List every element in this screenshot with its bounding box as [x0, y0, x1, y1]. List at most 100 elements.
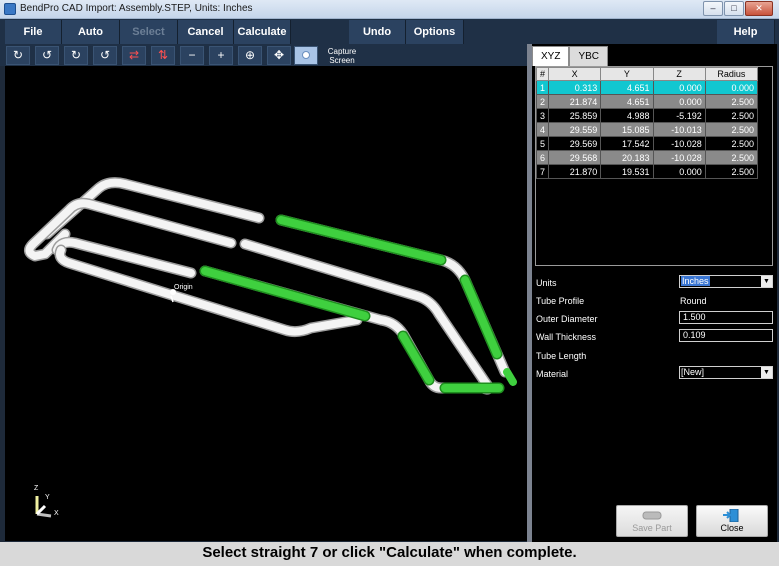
table-cell: 0.000	[652, 94, 706, 109]
tab-ybc[interactable]: YBC	[569, 46, 609, 66]
file-button[interactable]: File	[5, 20, 62, 44]
3d-viewport[interactable]: Origin Z Y X	[5, 66, 527, 541]
table-cell: 0.000	[652, 80, 706, 95]
table-cell: 25.859	[548, 108, 602, 123]
rotate-ccw-icon[interactable]: ↻	[6, 46, 30, 65]
column-header[interactable]: Radius	[704, 67, 759, 81]
table-cell: 3	[535, 108, 550, 123]
table-row[interactable]: 1 0.313 4.651 0.000 0.000	[535, 80, 759, 95]
minimize-button[interactable]: –	[703, 1, 723, 16]
flip-horizontal-icon[interactable]: ⇄	[122, 46, 146, 65]
tube-profile-label: Tube Profile	[536, 296, 585, 306]
outer-diameter-label: Outer Diameter	[536, 314, 598, 324]
zoom-fit-icon[interactable]: ⊕	[238, 46, 262, 65]
save-part-button[interactable]: Save Part	[616, 505, 688, 537]
options-button[interactable]: Options	[406, 20, 464, 44]
right-panel: XYZ YBC # X Y Z Radius 1 0.313 4.651 0.0…	[532, 44, 777, 542]
table-cell: 2.500	[704, 164, 759, 179]
material-select[interactable]: [New] ▼	[679, 366, 773, 379]
roll-ccw-icon[interactable]: ↻	[64, 46, 88, 65]
select-button[interactable]: Select	[120, 20, 178, 44]
tube-profile-value: Round	[680, 296, 707, 306]
table-cell: 20.183	[600, 150, 654, 165]
chevron-down-icon[interactable]: ▼	[761, 276, 772, 287]
table-cell: 29.568	[548, 150, 602, 165]
axis-z-label: Z	[34, 485, 39, 492]
view-toolbar: ↻ ↺ ↻ ↺ ⇄ ⇅ − + ⊕ ✥ Capture Screen	[0, 44, 528, 66]
capture-label-line2: Screen	[329, 56, 355, 65]
table-cell: 19.531	[600, 164, 654, 179]
table-cell: -10.013	[652, 122, 706, 137]
table-cell: 5	[535, 136, 550, 151]
table-cell: 4	[535, 122, 550, 137]
table-row[interactable]: 3 25.859 4.988 -5.192 2.500	[535, 108, 759, 123]
save-part-label: Save Part	[632, 523, 672, 533]
zoom-in-icon[interactable]: +	[209, 46, 233, 65]
wall-thickness-label: Wall Thickness	[536, 332, 597, 342]
coordinate-grid: # X Y Z Radius 1 0.313 4.651 0.000 0.000…	[535, 67, 759, 179]
chevron-down-icon[interactable]: ▼	[761, 367, 772, 378]
rotate-cw-icon[interactable]: ↺	[35, 46, 59, 65]
table-cell: 1	[535, 80, 550, 95]
view-dot-icon[interactable]	[294, 46, 318, 65]
table-cell: 17.542	[600, 136, 654, 151]
axis-x-label: X	[54, 510, 59, 517]
table-cell: 2.500	[704, 94, 759, 109]
exit-door-icon	[723, 509, 739, 522]
table-cell: 0.000	[704, 80, 759, 95]
column-header[interactable]: Z	[652, 67, 706, 81]
column-header[interactable]: X	[548, 67, 602, 81]
tab-xyz[interactable]: XYZ	[532, 46, 570, 66]
coordinate-tabs: XYZ YBC	[532, 46, 609, 66]
close-window-button[interactable]: ✕	[745, 1, 773, 16]
maximize-button[interactable]: □	[724, 1, 744, 16]
undo-button[interactable]: Undo	[349, 20, 406, 44]
table-cell: 29.569	[548, 136, 602, 151]
table-cell: 2.500	[704, 108, 759, 123]
table-row[interactable]: 2 21.874 4.651 0.000 2.500	[535, 94, 759, 109]
table-row[interactable]: 6 29.568 20.183 -10.028 2.500	[535, 150, 759, 165]
table-cell: -5.192	[652, 108, 706, 123]
pan-icon[interactable]: ✥	[267, 46, 291, 65]
table-cell: 15.085	[600, 122, 654, 137]
wall-thickness-field[interactable]: 0.109	[679, 329, 773, 342]
auto-button[interactable]: Auto	[62, 20, 120, 44]
origin-label: Origin	[174, 284, 193, 291]
units-label: Units	[536, 278, 557, 288]
capture-screen-button[interactable]: Capture Screen	[322, 47, 362, 65]
column-header[interactable]: Y	[600, 67, 654, 81]
app-icon	[4, 3, 16, 15]
tube-model[interactable]	[5, 66, 527, 541]
table-cell: 4.651	[600, 80, 654, 95]
table-cell: 2.500	[704, 136, 759, 151]
window-title-bar: BendPro CAD Import: Assembly.STEP, Units…	[0, 0, 779, 19]
table-cell: 29.559	[548, 122, 602, 137]
cancel-button[interactable]: Cancel	[178, 20, 234, 44]
window-controls: – □ ✕	[703, 1, 773, 16]
status-message: Select straight 7 or click "Calculate" w…	[0, 542, 779, 566]
roll-cw-icon[interactable]: ↺	[93, 46, 117, 65]
table-cell: -10.028	[652, 136, 706, 151]
outer-diameter-field[interactable]: 1.500	[679, 311, 773, 324]
table-row[interactable]: 7 21.870 19.531 0.000 2.500	[535, 164, 759, 179]
table-cell: 2.500	[704, 150, 759, 165]
table-row[interactable]: 5 29.569 17.542 -10.028 2.500	[535, 136, 759, 151]
tube-length-label: Tube Length	[536, 351, 587, 361]
table-cell: 0.313	[548, 80, 602, 95]
table-cell: 2	[535, 94, 550, 109]
units-select[interactable]: Inches ▼	[679, 275, 773, 288]
flip-vertical-icon[interactable]: ⇅	[151, 46, 175, 65]
table-cell: 7	[535, 164, 550, 179]
tube-icon	[642, 511, 662, 520]
table-header-row: # X Y Z Radius	[535, 67, 759, 81]
coordinate-table[interactable]: # X Y Z Radius 1 0.313 4.651 0.000 0.000…	[535, 66, 773, 266]
calculate-button[interactable]: Calculate	[234, 20, 291, 44]
capture-label-line1: Capture	[327, 47, 357, 56]
column-header[interactable]: #	[535, 67, 550, 81]
close-button[interactable]: Close	[696, 505, 768, 537]
table-row[interactable]: 4 29.559 15.085 -10.013 2.500	[535, 122, 759, 137]
table-cell: 4.988	[600, 108, 654, 123]
help-button[interactable]: Help	[717, 20, 775, 44]
zoom-out-icon[interactable]: −	[180, 46, 204, 65]
table-cell: 0.000	[652, 164, 706, 179]
